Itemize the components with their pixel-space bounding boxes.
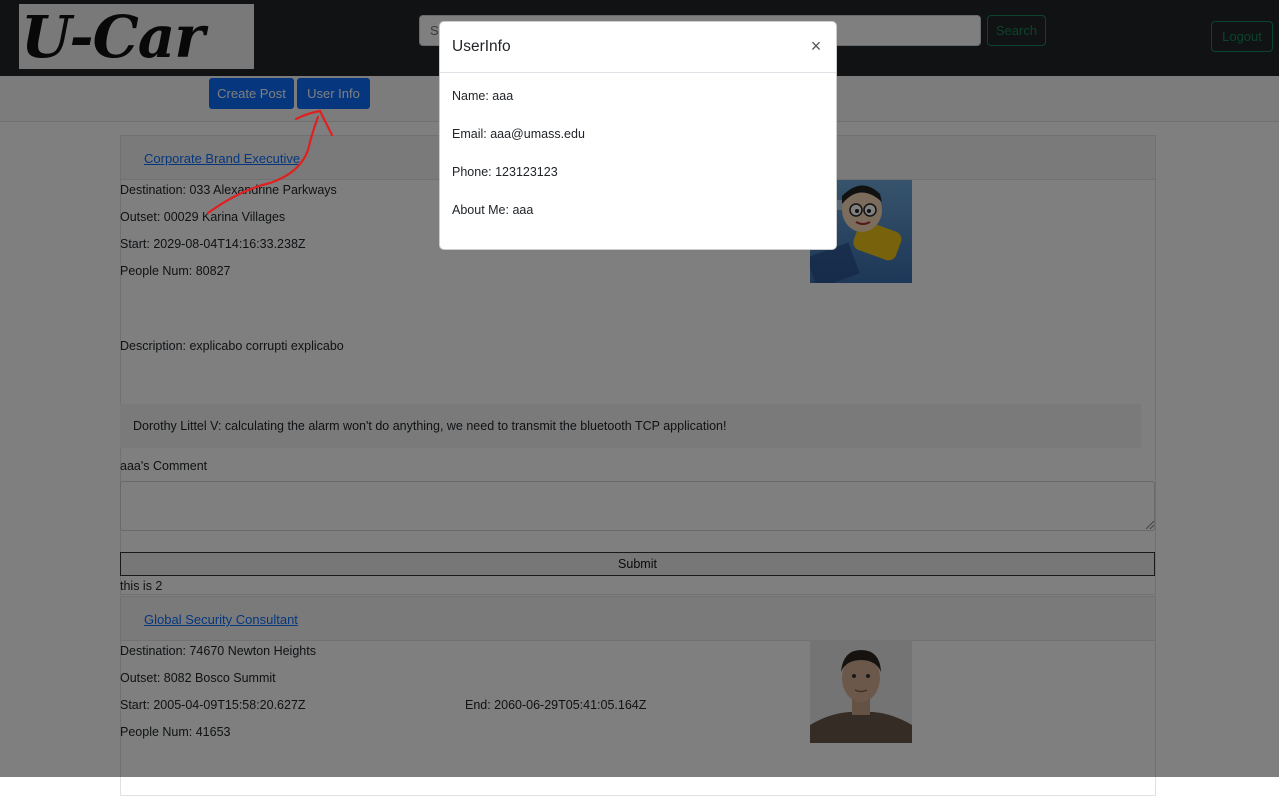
modal-title: UserInfo <box>452 38 511 55</box>
user-phone: Phone: 123123123 <box>452 165 558 179</box>
close-icon[interactable]: × <box>808 37 824 55</box>
modal-header: UserInfo × <box>440 22 836 73</box>
user-email: Email: aaa@umass.edu <box>452 127 585 141</box>
user-about: About Me: aaa <box>452 203 534 217</box>
userinfo-modal: UserInfo × Name: aaa Email: aaa@umass.ed… <box>439 21 837 250</box>
user-name: Name: aaa <box>452 89 514 103</box>
